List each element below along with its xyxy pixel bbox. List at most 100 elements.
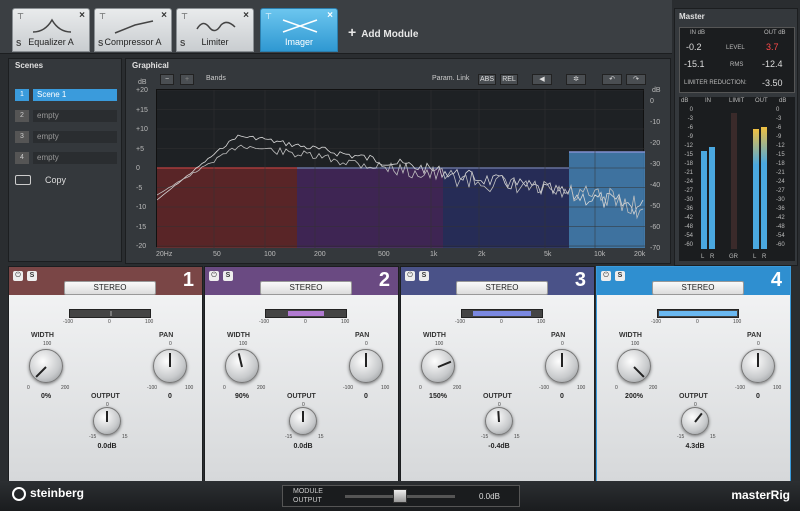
close-module-button[interactable]: ×	[327, 10, 333, 21]
band-body: STEREO -100 0 100 WIDTH 100 0 200 90% PAN 0 -100 100…	[205, 281, 398, 482]
stereo-mode-button[interactable]: STEREO	[64, 281, 156, 295]
module-tab-compressor[interactable]: ⊤ × S Compressor A	[94, 8, 172, 52]
width-knob[interactable]	[421, 349, 455, 383]
width-knob[interactable]	[617, 349, 651, 383]
frequency-tick: 20Hz	[156, 251, 173, 258]
pan-max-tick: 100	[185, 385, 194, 391]
width-label: WIDTH	[423, 332, 446, 339]
width-max-tick: 200	[61, 385, 70, 391]
output-knob[interactable]	[485, 407, 513, 435]
module-tab-label: Compressor A	[104, 37, 162, 47]
stereo-width-fill	[288, 311, 324, 316]
meter-scale-tick: 0	[776, 107, 780, 113]
output-knob[interactable]	[681, 407, 709, 435]
speaker-icon[interactable]: ◀	[532, 74, 552, 85]
output-max-tick: 15	[710, 434, 716, 440]
power-icon[interactable]: ⏻	[601, 271, 611, 281]
bar-mid-tick: 0	[304, 319, 307, 325]
meter-db-label: dB	[681, 98, 689, 104]
pan-knob[interactable]	[349, 349, 383, 383]
settings-gear-icon[interactable]: ✲	[566, 74, 586, 85]
pan-knob[interactable]	[153, 349, 187, 383]
right-axis-tick: -60	[650, 224, 661, 231]
band-region-2[interactable]	[297, 168, 443, 248]
undo-icon[interactable]: ↶	[602, 74, 622, 85]
solo-button[interactable]: S	[615, 271, 625, 281]
band-number: 1	[182, 269, 194, 291]
scene-number: 4	[15, 152, 29, 164]
spectrum-display[interactable]	[156, 89, 645, 248]
solo-button[interactable]: S	[223, 271, 233, 281]
copy-label: Copy	[45, 175, 67, 185]
module-output-slider-handle[interactable]	[393, 489, 407, 503]
close-module-button[interactable]: ×	[79, 10, 85, 21]
power-icon[interactable]: ⏻	[405, 271, 415, 281]
output-label: OUTPUT	[287, 393, 316, 400]
module-tab-limiter[interactable]: ⊤ × S Limiter	[176, 8, 254, 52]
rms-label: RMS	[730, 62, 744, 68]
close-module-button[interactable]: ×	[243, 10, 249, 21]
scene-name: empty	[33, 152, 117, 164]
drag-handle-icon[interactable]: ⊤	[17, 12, 24, 21]
pan-label: PAN	[355, 332, 370, 339]
meter-r-label: R	[710, 254, 715, 260]
power-icon[interactable]: ⏻	[13, 271, 23, 281]
width-max-tick: 200	[257, 385, 266, 391]
meter-l-label: L	[753, 254, 757, 260]
meter-scale-tick: -9	[776, 134, 782, 140]
stereo-mode-button[interactable]: STEREO	[260, 281, 352, 295]
pan-min-tick: -100	[735, 385, 746, 391]
right-axis-tick: -70	[650, 245, 661, 252]
module-output-control[interactable]: MODULE OUTPUT 0.0dB	[282, 485, 520, 507]
scene-slot-3[interactable]: 3 empty	[15, 131, 121, 143]
pan-knob[interactable]	[741, 349, 775, 383]
master-meters: dB IN LIMIT OUT dB 0 -3 -6 -9 -12 -15 -18 -21 -2…	[679, 97, 795, 261]
knob-indicator	[365, 353, 367, 367]
solo-button[interactable]: S	[27, 271, 37, 281]
meter-scale-tick: -6	[687, 125, 693, 131]
drag-handle-icon[interactable]: ⊤	[99, 12, 106, 21]
output-value: -0.4dB	[488, 443, 510, 450]
in-level-value: -0.2	[686, 42, 702, 52]
scene-slot-4[interactable]: 4 empty	[15, 152, 121, 164]
width-knob[interactable]	[225, 349, 259, 383]
width-label: WIDTH	[227, 332, 250, 339]
width-knob[interactable]	[29, 349, 63, 383]
redo-icon[interactable]: ↷	[626, 74, 646, 85]
in-db-label: IN dB	[690, 30, 706, 36]
scenes-title: Scenes	[15, 61, 44, 70]
left-axis-tick: -5	[136, 184, 143, 192]
bar-min-tick: -100	[455, 319, 466, 325]
meter-scale-tick: -15	[776, 152, 785, 158]
module-tab-imager[interactable]: ⊤ × Imager	[260, 8, 338, 52]
stereo-mode-button[interactable]: STEREO	[456, 281, 548, 295]
meter-scale-tick: -3	[687, 116, 693, 122]
drag-handle-icon[interactable]: ⊤	[265, 12, 272, 21]
output-knob[interactable]	[93, 407, 121, 435]
rel-link-button[interactable]: REL	[500, 74, 518, 85]
left-axis-tick: +10	[136, 126, 148, 133]
band-region-1[interactable]	[157, 168, 297, 248]
power-icon[interactable]: ⏻	[209, 271, 219, 281]
pan-knob[interactable]	[545, 349, 579, 383]
width-mid-tick: 100	[631, 341, 640, 347]
meter-in-label: IN	[705, 98, 711, 104]
solo-button[interactable]: S	[419, 271, 429, 281]
module-tab-equalizer[interactable]: ⊤ × S Equalizer A	[12, 8, 90, 52]
drag-handle-icon[interactable]: ⊤	[181, 12, 188, 21]
scene-slot-2[interactable]: 2 empty	[15, 110, 121, 122]
output-meter-right	[761, 126, 767, 249]
copy-scene-button[interactable]: Copy	[15, 174, 75, 188]
stereo-mode-button[interactable]: STEREO	[652, 281, 744, 295]
limiter-reduction-value: -3.50	[762, 78, 783, 88]
add-module-button[interactable]: + Add Module	[348, 24, 418, 40]
add-band-button[interactable]: +	[180, 74, 194, 85]
scene-slot-1[interactable]: 1 Scene 1	[15, 89, 121, 101]
output-knob[interactable]	[289, 407, 317, 435]
output-min-tick: -15	[285, 434, 293, 440]
abs-link-button[interactable]: ABS	[478, 74, 496, 85]
close-module-button[interactable]: ×	[161, 10, 167, 21]
output-label: OUTPUT	[483, 393, 512, 400]
remove-band-button[interactable]: −	[160, 74, 174, 85]
meter-scale-tick: -48	[684, 224, 693, 230]
